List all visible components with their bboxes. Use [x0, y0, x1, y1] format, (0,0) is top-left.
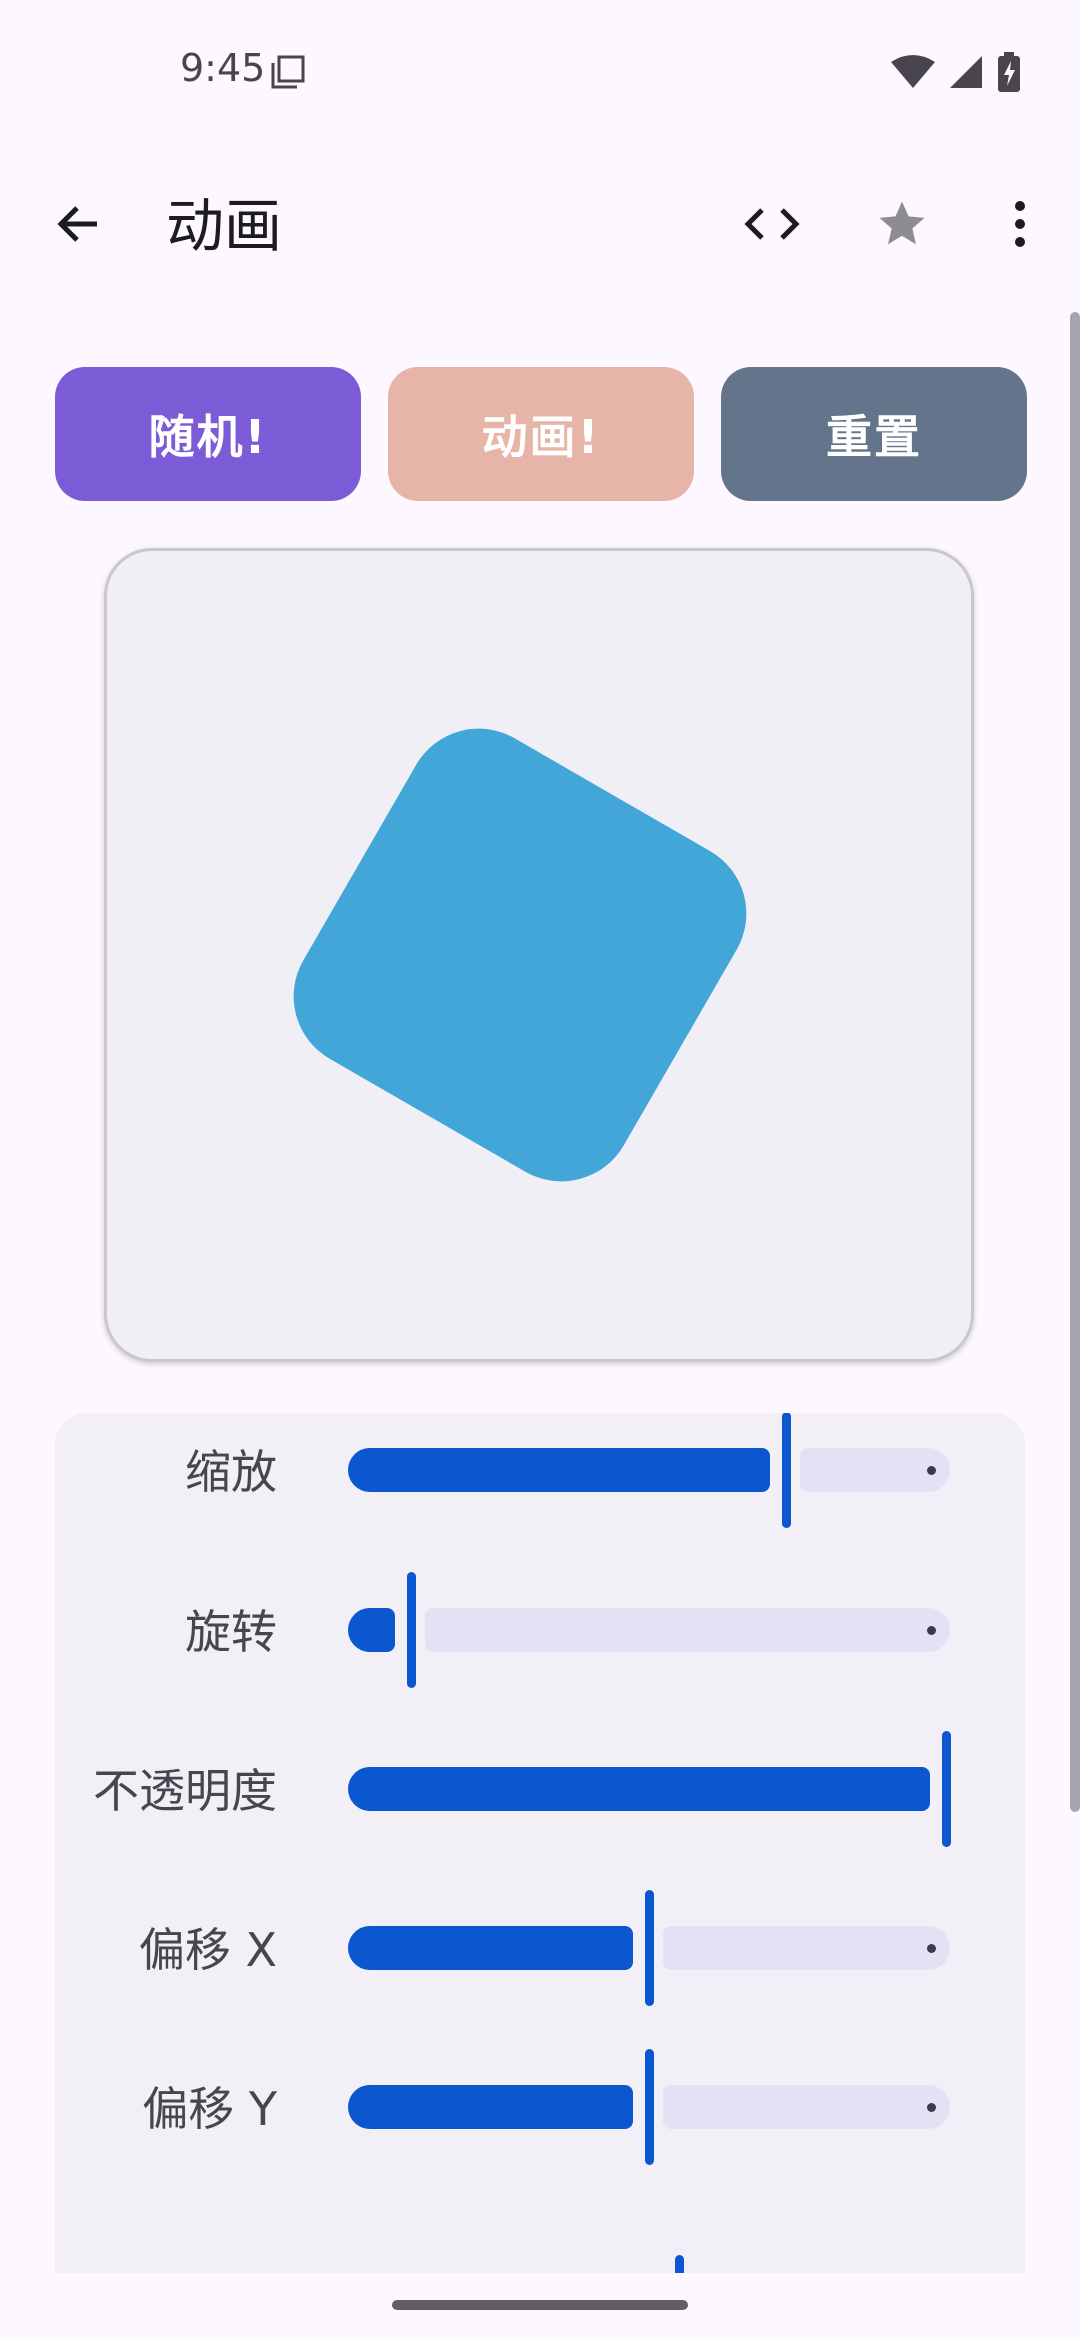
more-vert-icon [1012, 200, 1028, 252]
status-bar: 9:45 [0, 0, 1080, 140]
slider-inactive-track [663, 1926, 950, 1970]
slider-row-scale: 缩放 [55, 1413, 1025, 1528]
reset-button[interactable]: 重置 [721, 367, 1027, 501]
slider-thumb[interactable] [782, 1413, 791, 1528]
gesture-nav-handle[interactable] [392, 2300, 688, 2310]
slider-label: 偏移 X [138, 1923, 277, 1977]
scrollbar[interactable] [1070, 312, 1080, 1812]
slider-inactive-track [800, 1448, 950, 1492]
slider-panel: 缩放 旋转 不透明度 偏移 X 偏移 Y [55, 1413, 1025, 2273]
page-title: 动画 [166, 192, 283, 260]
battery-icon [996, 52, 1022, 96]
favorite-button[interactable] [862, 186, 942, 266]
view-code-button[interactable] [732, 186, 812, 266]
offset-x-slider[interactable] [348, 1890, 950, 2006]
slider-stop-indicator [927, 1944, 936, 1953]
top-app-bar: 动画 [0, 170, 1080, 282]
slider-thumb[interactable] [645, 2049, 654, 2165]
slider-row-opacity: 不透明度 [55, 1731, 1025, 1847]
action-buttons: 随机! 动画! 重置 [55, 367, 1027, 501]
slider-label: 缩放 [185, 1445, 277, 1499]
slider-row-offset-y: 偏移 Y [55, 2049, 1025, 2165]
slider-active-track [348, 1926, 633, 1970]
slider-active-track [348, 1767, 930, 1811]
slider-inactive-track [425, 1608, 950, 1652]
slider-active-track [348, 1608, 395, 1652]
opacity-slider[interactable] [348, 1731, 951, 1847]
star-icon [875, 197, 929, 255]
rotation-slider[interactable] [348, 1572, 950, 1688]
slider-label: 旋转 [185, 1605, 277, 1659]
slider-stop-indicator [927, 1466, 936, 1475]
animate-button[interactable]: 动画! [388, 367, 694, 501]
slider-label: 偏移 Y [142, 2082, 277, 2136]
slider-row-rotation: 旋转 [55, 1572, 1025, 1688]
status-time: 9:45 [180, 46, 266, 90]
slider-active-track [348, 1448, 770, 1492]
signal-icon [948, 54, 984, 94]
notification-icon [270, 54, 306, 90]
slider-active-track [348, 2085, 633, 2129]
offset-y-slider[interactable] [348, 2049, 950, 2165]
code-icon [744, 204, 800, 248]
slider-inactive-track [663, 2085, 950, 2129]
slider-row-offset-x: 偏移 X [55, 1890, 1025, 2006]
slider-stop-indicator [927, 1626, 936, 1635]
wifi-icon [890, 54, 936, 94]
arrow-back-icon [53, 199, 103, 253]
next-slider-thumb-partial [675, 2255, 684, 2273]
back-button[interactable] [38, 186, 118, 266]
slider-label: 不透明度 [93, 1764, 277, 1818]
scale-slider[interactable] [348, 1413, 950, 1528]
random-button[interactable]: 随机! [55, 367, 361, 501]
slider-thumb[interactable] [942, 1731, 951, 1847]
slider-thumb[interactable] [407, 1572, 416, 1688]
slider-stop-indicator [927, 2103, 936, 2112]
more-options-button[interactable] [980, 186, 1060, 266]
slider-thumb[interactable] [645, 1890, 654, 2006]
